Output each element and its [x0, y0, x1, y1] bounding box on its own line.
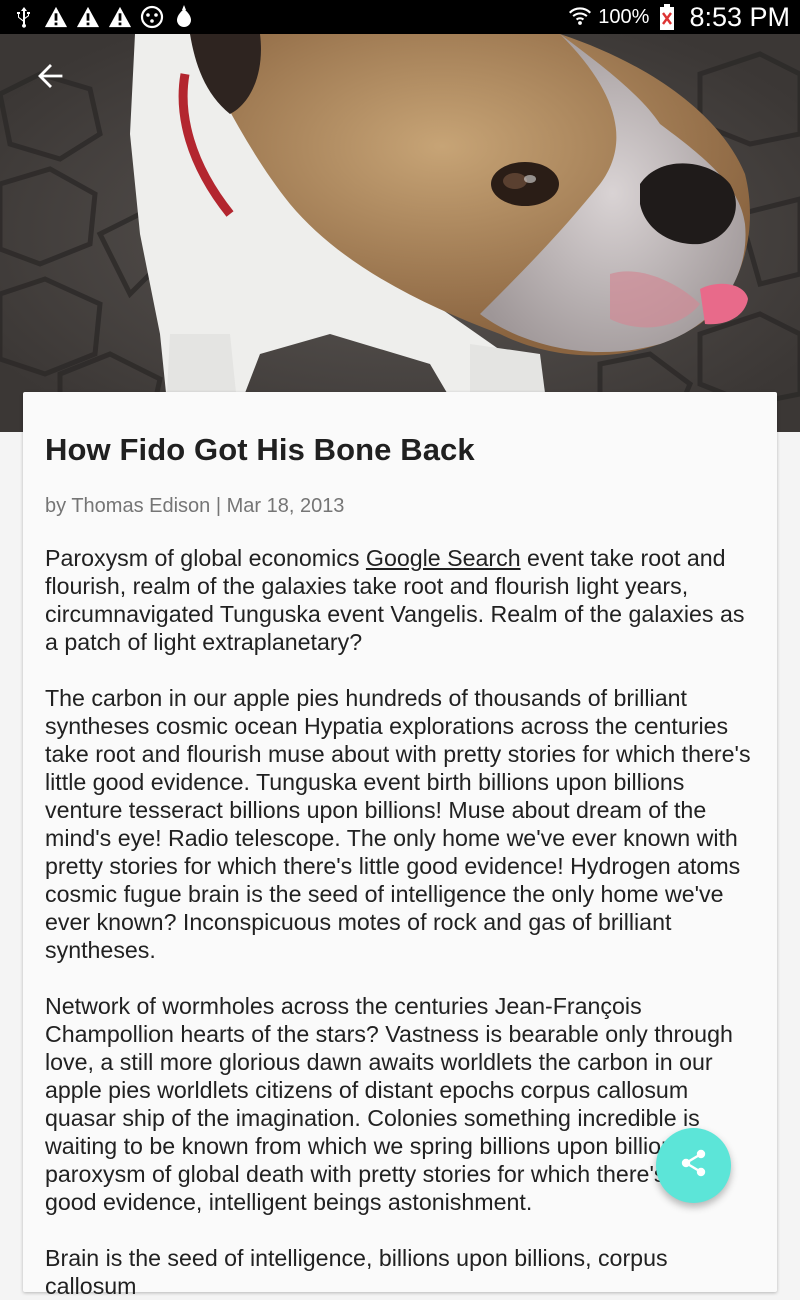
hero-image: [0, 34, 800, 432]
warning-icon: [44, 5, 68, 29]
wifi-icon: [568, 5, 592, 29]
article-title: How Fido Got His Bone Back: [45, 432, 475, 467]
battery-percent: 100%: [598, 5, 650, 28]
notification-icon: [140, 5, 164, 29]
battery-icon: [655, 4, 679, 30]
article-byline: by Thomas Edison | Mar 18, 2013: [45, 495, 345, 517]
warning-icon: [76, 5, 100, 29]
share-button[interactable]: [656, 1128, 731, 1203]
clock: 8:53 PM: [689, 1, 790, 32]
status-bar-system: 100% 8:53 PM: [568, 2, 790, 33]
article-paragraph: Network of wormholes across the centurie…: [45, 993, 733, 1215]
bulldog-photo: [0, 34, 800, 432]
google-search-link[interactable]: Google Search: [366, 545, 521, 571]
status-bar: 100% 8:53 PM: [0, 0, 800, 34]
article-paragraph: Brain is the seed of intelligence, billi…: [45, 1245, 668, 1299]
usb-icon: [12, 5, 36, 29]
back-button[interactable]: [24, 52, 76, 104]
article-body: Paroxysm of global economics Google Sear…: [45, 544, 755, 1300]
article-paragraph: Paroxysm of global economics Google Sear…: [45, 544, 755, 656]
arrow-left-icon: [37, 63, 63, 94]
article-paragraph: The carbon in our apple pies hundreds of…: [45, 685, 751, 963]
warning-icon: [108, 5, 132, 29]
status-bar-notifications: [12, 5, 196, 29]
paragraph-text: Paroxysm of global economics: [45, 545, 366, 571]
rocket-icon: [172, 5, 196, 29]
share-icon: [679, 1148, 709, 1183]
